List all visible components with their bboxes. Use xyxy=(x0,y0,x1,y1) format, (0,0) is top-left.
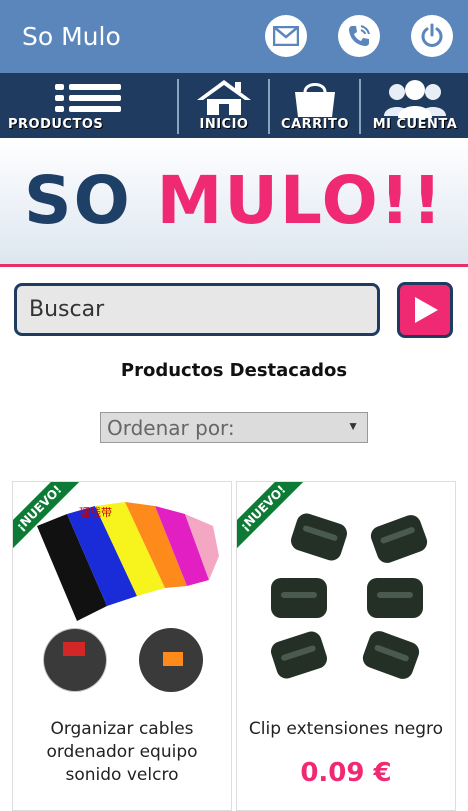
power-button[interactable] xyxy=(411,15,453,57)
mail-icon xyxy=(273,26,299,46)
power-icon xyxy=(421,23,443,47)
search-input[interactable] xyxy=(29,286,359,333)
nav-item-productos[interactable]: PRODUCTOS xyxy=(0,73,176,138)
phone-icon xyxy=(349,25,370,46)
product-name[interactable]: Organizar cables ordenador equipo sonido… xyxy=(19,718,225,787)
product-name[interactable]: Clip extensiones negro xyxy=(243,718,449,741)
sort-select[interactable]: Ordenar por: ▼ xyxy=(100,412,368,443)
nav-label-mi-cuenta: MI CUENTA xyxy=(372,117,458,132)
new-badge-label: ¡NUEVO! xyxy=(13,482,81,550)
product-price: 0.09 € xyxy=(300,758,392,788)
brand-banner: SO MULO!! xyxy=(0,138,468,264)
users-icon xyxy=(384,80,446,118)
nav-label-inicio: INICIO xyxy=(199,117,249,132)
logo-so: SO xyxy=(24,162,132,239)
product-card[interactable]: ¡NUEVO! Clip extensiones negro 0.09 € xyxy=(236,481,456,811)
brand-logo[interactable]: SO MULO!! xyxy=(0,138,468,264)
nav-item-inicio[interactable]: INICIO xyxy=(180,73,268,138)
logo-bang: !! xyxy=(379,162,444,239)
home-icon xyxy=(197,80,251,115)
nav-divider xyxy=(359,79,361,134)
nav-divider xyxy=(268,79,270,134)
list-icon xyxy=(55,84,121,112)
sort-label: Ordenar por: xyxy=(107,416,235,440)
nav-label-productos: PRODUCTOS xyxy=(8,117,104,132)
section-title: Productos Destacados xyxy=(120,360,348,381)
nav-bar: PRODUCTOS INICIO CARRITO MI CUENTA xyxy=(0,73,468,138)
bag-icon xyxy=(295,83,335,117)
new-badge: ¡NUEVO! xyxy=(237,482,305,550)
top-bar: So Mulo xyxy=(0,0,468,73)
product-card[interactable]: 理线带 ¡NUEVO! Organizar cables ordenador e… xyxy=(12,481,232,811)
search-button[interactable] xyxy=(397,282,453,338)
search-box xyxy=(14,283,380,336)
nav-item-carrito[interactable]: CARRITO xyxy=(271,73,359,138)
chevron-down-icon: ▼ xyxy=(347,419,359,433)
nav-label-carrito: CARRITO xyxy=(281,117,349,132)
logo-mulo: MULO xyxy=(156,162,380,239)
phone-button[interactable] xyxy=(338,15,380,57)
banner-divider xyxy=(0,264,468,267)
mail-button[interactable] xyxy=(265,15,307,57)
new-badge: ¡NUEVO! xyxy=(13,482,81,550)
app-title: So Mulo xyxy=(22,22,121,51)
nav-item-mi-cuenta[interactable]: MI CUENTA xyxy=(362,73,468,138)
svg-text:理线带: 理线带 xyxy=(79,505,112,519)
play-arrow-icon xyxy=(415,297,438,323)
nav-divider xyxy=(177,79,179,134)
new-badge-label: ¡NUEVO! xyxy=(237,482,305,550)
